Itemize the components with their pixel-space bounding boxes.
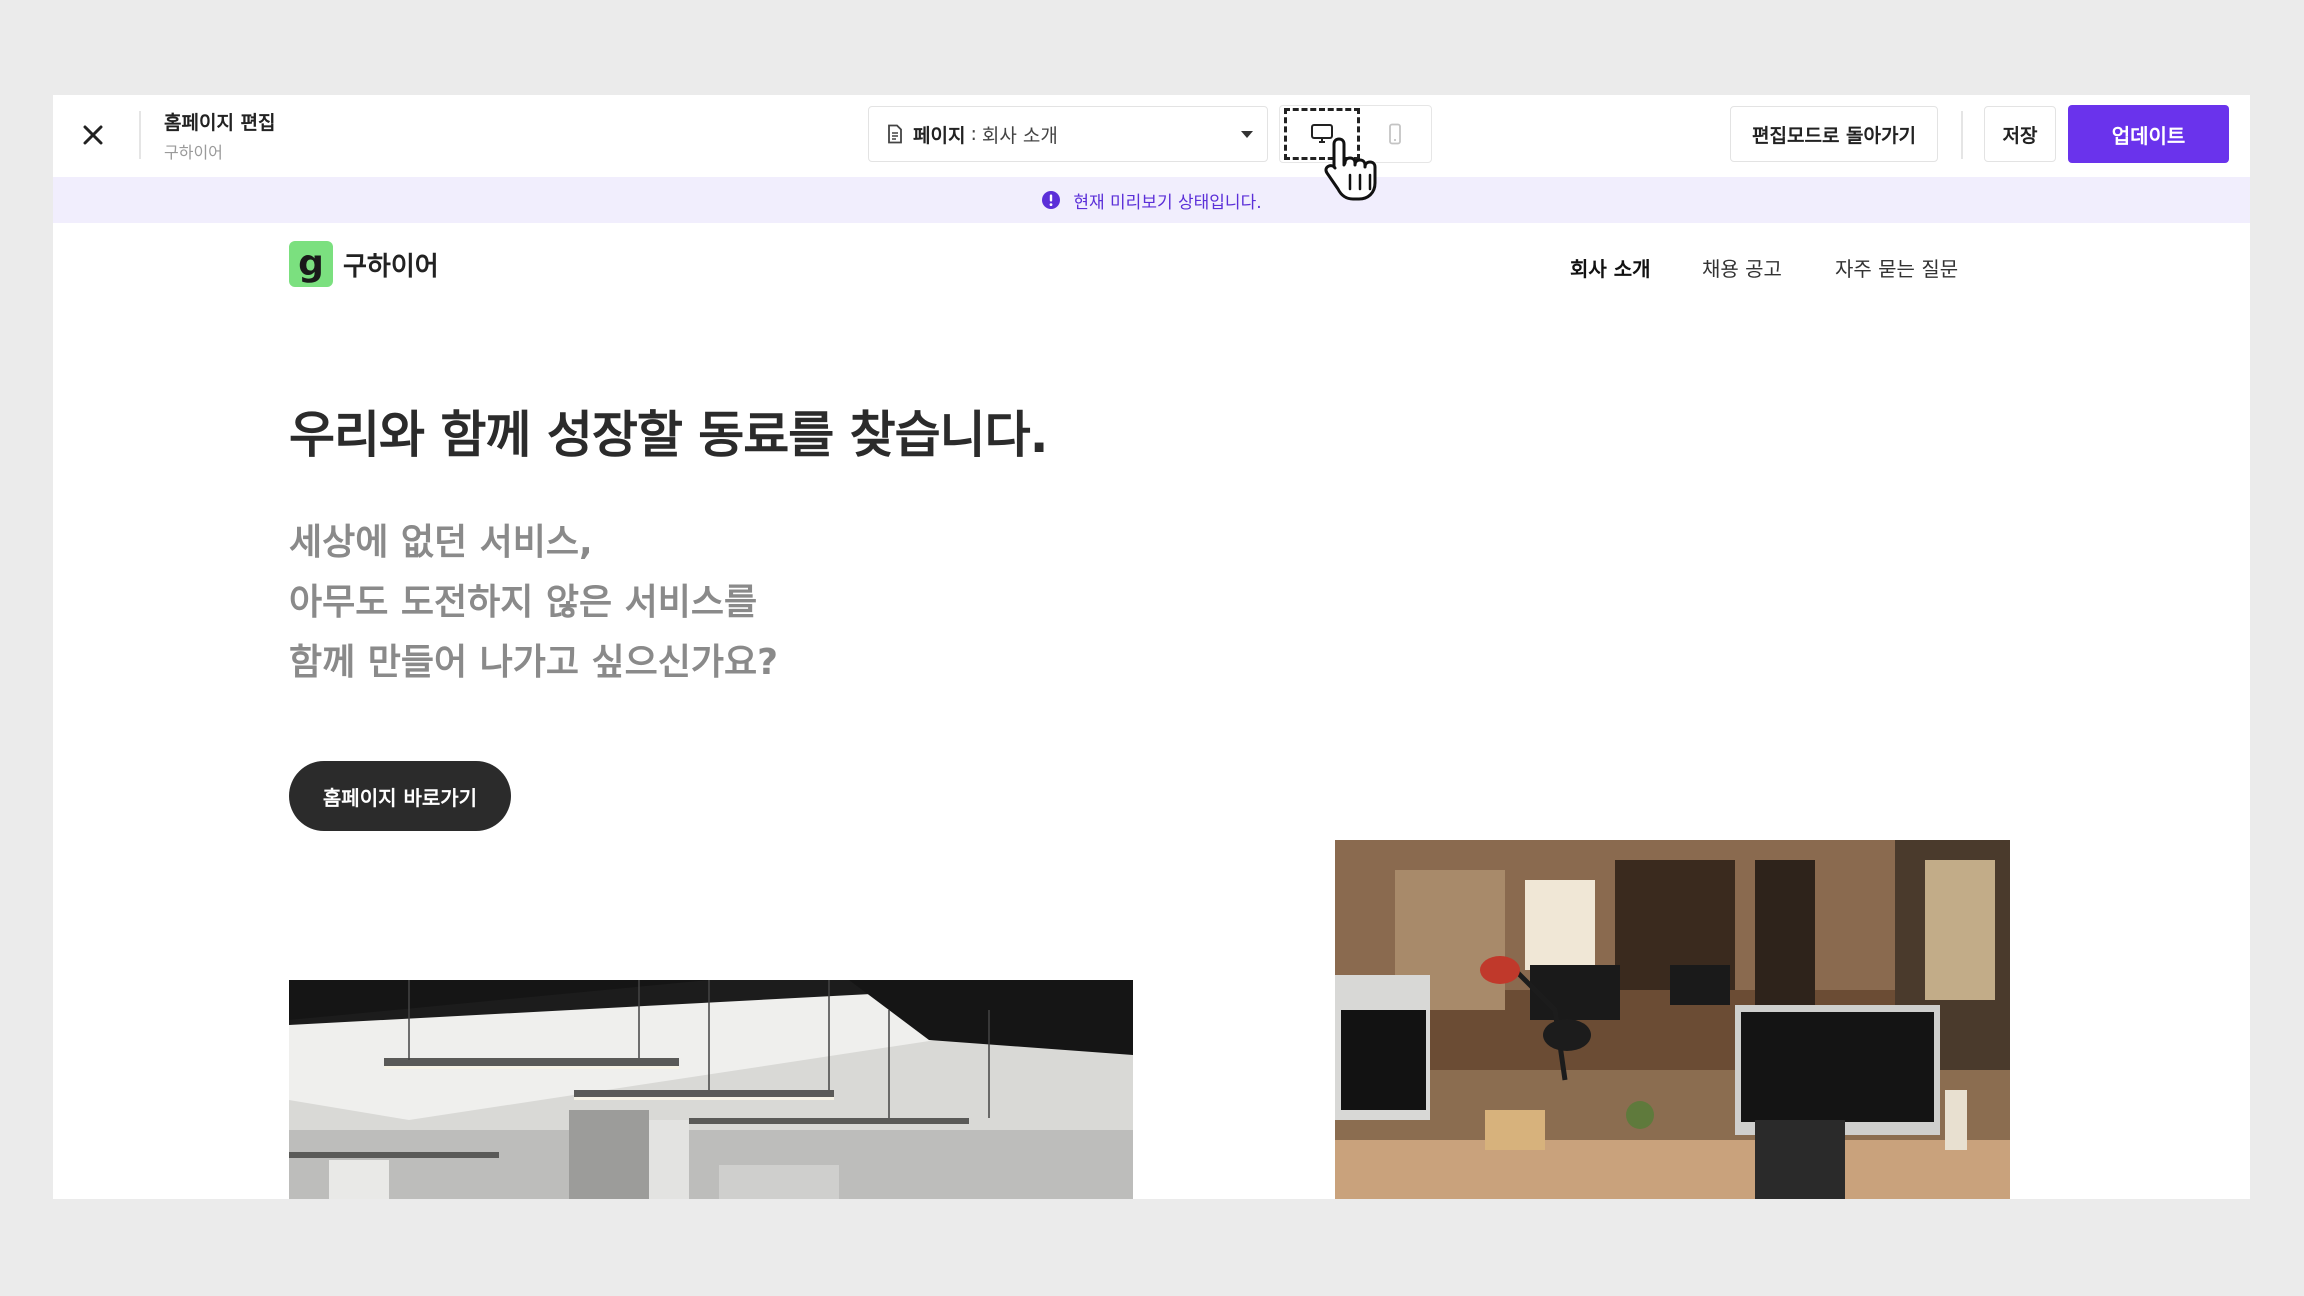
site-logo[interactable]: g 구하이어	[289, 241, 439, 287]
site-preview: g 구하이어 회사 소개 채용 공고 자주 묻는 질문 우리와 함께 성장할 동…	[53, 223, 2250, 1199]
nav-item-about[interactable]: 회사 소개	[1570, 253, 1651, 282]
homepage-link-button[interactable]: 홈페이지 바로가기	[289, 761, 511, 831]
page-select-value: 회사 소개	[981, 124, 1058, 147]
save-button[interactable]: 저장	[1984, 106, 2056, 162]
hero-line: 세상에 없던 서비스,	[289, 522, 593, 563]
chevron-down-icon	[1241, 130, 1253, 138]
preview-banner: 현재 미리보기 상태입니다.	[53, 177, 2250, 223]
toolbar-divider	[1961, 111, 1963, 159]
office-photo-left	[289, 980, 1133, 1199]
hero-line: 아무도 도전하지 않은 서비스를	[289, 582, 758, 623]
update-button[interactable]: 업데이트	[2068, 105, 2229, 163]
editor-subtitle: 구하이어	[164, 143, 223, 162]
preview-banner-text: 현재 미리보기 상태입니다.	[1073, 192, 1262, 213]
page-select-separator: :	[970, 123, 977, 145]
document-icon	[887, 124, 903, 144]
close-button[interactable]	[73, 115, 113, 155]
editor-title: 홈페이지 편집	[164, 112, 276, 134]
hero-title: 우리와 함께 성장할 동료를 찾습니다.	[289, 406, 1049, 464]
editor-window: 홈페이지 편집 구하이어 페이지 : 회사 소개 편집모드로 돌아가기 저장 업…	[53, 95, 2250, 1199]
nav-item-jobs[interactable]: 채용 공고	[1702, 253, 1782, 282]
info-icon	[1041, 190, 1061, 210]
close-icon	[83, 125, 103, 145]
logo-mark: g	[289, 241, 333, 287]
toolbar-divider	[139, 111, 141, 159]
editor-toolbar: 홈페이지 편집 구하이어 페이지 : 회사 소개 편집모드로 돌아가기 저장 업…	[53, 95, 2250, 178]
return-to-edit-button[interactable]: 편집모드로 돌아가기	[1730, 106, 1938, 162]
logo-text: 구하이어	[343, 251, 439, 282]
hand-cursor-icon	[1323, 135, 1393, 205]
page-select-label: 페이지	[913, 124, 966, 147]
hero-line: 함께 만들어 나가고 싶으신가요?	[289, 642, 779, 683]
nav-item-faq[interactable]: 자주 묻는 질문	[1835, 253, 1958, 282]
office-photo-right	[1335, 840, 2010, 1199]
page-select-dropdown[interactable]: 페이지 : 회사 소개	[868, 106, 1268, 162]
hero-description: 세상에 없던 서비스, 아무도 도전하지 않은 서비스를 함께 만들어 나가고 …	[289, 513, 778, 693]
